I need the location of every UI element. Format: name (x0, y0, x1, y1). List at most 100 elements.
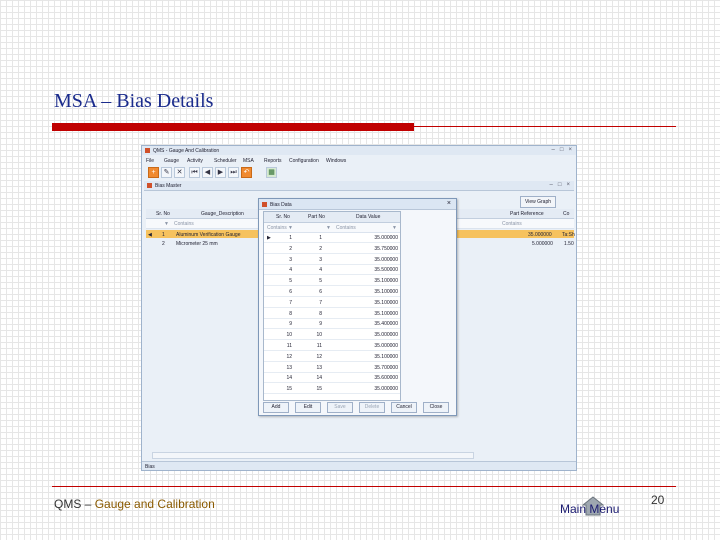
menu-scheduler[interactable]: Scheduler (214, 158, 237, 164)
close-icon[interactable]: × (568, 147, 572, 153)
table-row[interactable]: 3 3 35.000000 (264, 255, 400, 265)
last-icon[interactable]: ⏭ (228, 167, 239, 178)
cell-sr-no: 13 (286, 364, 292, 371)
next-icon[interactable]: ▶ (215, 167, 226, 178)
table-row[interactable]: 5 5 35.100000 (264, 276, 400, 287)
close-icon[interactable]: × (566, 182, 570, 188)
cancel-button[interactable]: Cancel (391, 402, 417, 413)
filter-icon[interactable]: ▼ (326, 225, 331, 231)
cell-data-value: 35.100000 (374, 299, 398, 306)
cell-part-no: 10 (316, 332, 322, 339)
table-row[interactable]: 7 7 35.100000 (264, 298, 400, 308)
menu-file[interactable]: File (146, 158, 154, 164)
cell-data-value: 35.750000 (374, 245, 398, 252)
footer-line (52, 486, 676, 487)
menu-msa[interactable]: MSA (243, 158, 254, 164)
column-header-part-reference[interactable]: Part Reference (510, 211, 544, 217)
menu-windows[interactable]: Windows (326, 158, 346, 164)
page-number: 20 (651, 493, 665, 507)
close-icon[interactable]: × (447, 200, 451, 207)
bias-master-title-bar: Bias Master – □ × (144, 181, 574, 191)
column-header-co[interactable]: Co (563, 211, 569, 217)
filter-icon[interactable]: ▼ (288, 225, 293, 231)
main-menu-link[interactable]: Main Menu (560, 502, 619, 516)
close-button[interactable]: Close (423, 402, 449, 413)
filter-icon[interactable]: ▼ (392, 225, 397, 231)
table-row[interactable]: 12 12 35.100000 (264, 352, 400, 362)
horizontal-scrollbar[interactable] (152, 452, 474, 459)
delete-button[interactable]: Delete (359, 402, 385, 413)
maximize-icon[interactable]: □ (558, 182, 562, 188)
filter-input[interactable]: Contains (174, 221, 194, 227)
table-row[interactable]: 13 13 35.700000 (264, 363, 400, 373)
cell-sr-no: 1 (289, 235, 292, 241)
table-row[interactable]: 15 15 35.000000 (264, 384, 400, 395)
cell-data-value: 35.100000 (374, 353, 398, 360)
column-header-data-value[interactable]: Data Value (356, 214, 380, 220)
bias-data-dialog: Bias Data × Sr. No Part No Data Value Co… (258, 198, 457, 416)
cell-data-value: 35.000000 (374, 343, 398, 349)
dialog-button-bar: Add Edit Save Delete Cancel Close (263, 402, 453, 413)
minimize-icon[interactable]: – (550, 182, 553, 188)
filter-input[interactable]: Contains (336, 225, 356, 231)
minimize-icon[interactable]: – (552, 147, 555, 153)
row-pointer-icon: ▶ (267, 235, 271, 241)
first-icon[interactable]: ⏮ (189, 167, 200, 178)
cell-part-no: 7 (319, 299, 322, 306)
title-underline-bar (52, 123, 414, 131)
footer-prefix: QMS – (54, 497, 95, 511)
cell-sr-no: 11 (286, 343, 292, 349)
filter-icon[interactable]: ▼ (164, 221, 169, 227)
column-header-gauge-description[interactable]: Gauge_Description (201, 211, 244, 217)
menu-configuration[interactable]: Configuration (289, 158, 319, 164)
cell-part-no: 5 (319, 278, 322, 285)
table-row[interactable]: 10 10 35.000000 (264, 330, 400, 341)
cell-sr-no: 12 (286, 353, 292, 360)
save-button[interactable]: Save (327, 402, 353, 413)
table-row[interactable]: ▶ 1 1 35.000000 (264, 233, 400, 243)
table-row[interactable]: 8 8 35.100000 (264, 309, 400, 319)
delete-icon[interactable]: ✕ (174, 167, 185, 178)
table-row[interactable]: 4 4 35.500000 (264, 265, 400, 276)
app-logo-icon (145, 148, 150, 153)
table-row[interactable]: 6 6 35.100000 (264, 287, 400, 297)
cell-sr-no: 2 (162, 241, 165, 247)
undo-icon[interactable]: ↶ (241, 167, 252, 178)
cell-part-no: 11 (316, 343, 322, 349)
prev-icon[interactable]: ◀ (202, 167, 213, 178)
table-row[interactable]: 2 2 35.750000 (264, 244, 400, 254)
edit-icon[interactable]: ✎ (161, 167, 172, 178)
app-title-bar: QMS - Gauge And Calibration – □ × (142, 146, 576, 155)
menu-activity[interactable]: Activity (187, 158, 203, 164)
cell-sr-no: 14 (286, 375, 292, 382)
edit-button[interactable]: Edit (295, 402, 321, 413)
cell-data-value: 35.000000 (374, 256, 398, 263)
view-graph-button[interactable]: View Graph (520, 196, 556, 208)
cell-sr-no: 5 (289, 278, 292, 285)
column-header-part-no[interactable]: Part No (308, 214, 325, 220)
cell-part-no: 2 (319, 245, 322, 252)
table-row[interactable]: 9 9 35.400000 (264, 319, 400, 330)
cell-gauge-description: Micrometer 25 mm (176, 241, 218, 247)
row-pointer-icon: ◀ (148, 232, 152, 238)
column-header-sr-no[interactable]: Sr. No (276, 214, 290, 220)
table-row[interactable]: 11 11 35.000000 (264, 341, 400, 351)
menu-gauge[interactable]: Gauge (164, 158, 179, 164)
toolbar: + ✎ ✕ ⏮ ◀ ▶ ⏭ ↶ ▦ (146, 166, 576, 178)
new-icon[interactable]: + (148, 167, 159, 178)
maximize-icon[interactable]: □ (560, 147, 564, 153)
cell-part-no: 3 (319, 256, 322, 263)
slide-title: MSA – Bias Details (54, 90, 214, 112)
bias-data-filter-row: Contains ▼ ▼ Contains ▼ (264, 223, 400, 233)
cell-sr-no: 8 (289, 310, 292, 317)
table-row[interactable]: 14 14 35.600000 (264, 373, 400, 384)
cell-sr-no: 6 (289, 289, 292, 295)
calendar-icon[interactable]: ▦ (266, 167, 277, 178)
column-header-sr-no[interactable]: Sr. No (156, 211, 170, 217)
filter-input[interactable]: Contains (502, 221, 522, 227)
add-button[interactable]: Add (263, 402, 289, 413)
cell-data-value: 35.000000 (374, 386, 398, 393)
filter-input[interactable]: Contains (267, 225, 287, 231)
menu-reports[interactable]: Reports (264, 158, 282, 164)
cell-sr-no: 3 (289, 256, 292, 263)
